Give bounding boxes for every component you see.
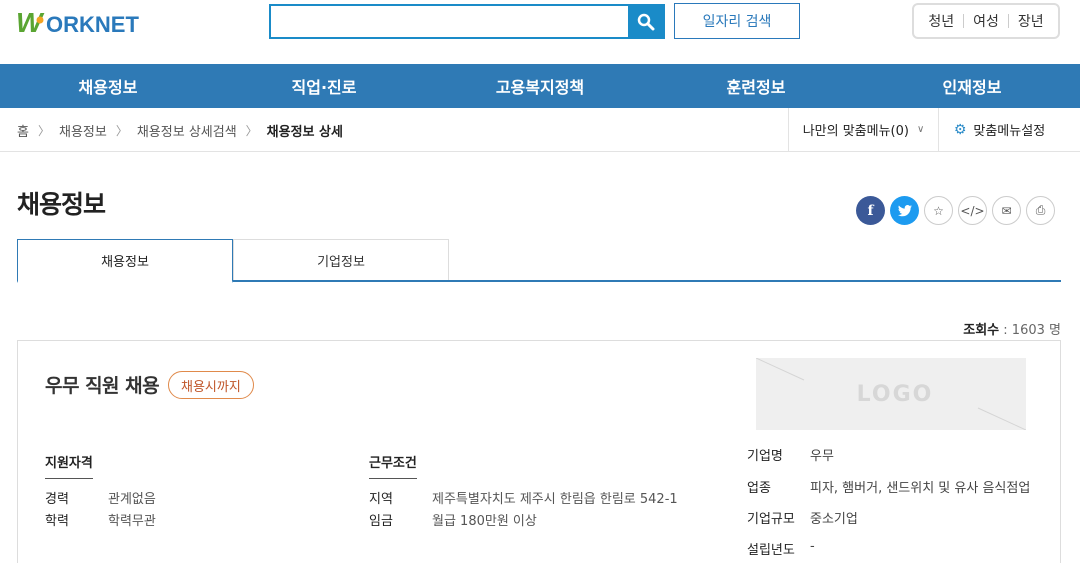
conditions-value: 월급 180만원 이상 [432,514,537,529]
conditions-key: 지역 [369,492,393,507]
company-row: 기업규모 중소기업 [747,508,858,527]
detail-tabs: 채용정보 기업정보 [17,239,1061,283]
job-search-button[interactable]: 일자리 검색 [674,3,800,39]
logo-text: ORKNET [46,12,139,37]
facebook-icon[interactable]: f [856,196,885,225]
conditions-heading: 근무조건 [369,452,417,479]
my-menu-label: 나만의 맞춤메뉴(0) [802,124,909,139]
qualification-heading: 지원자격 [45,452,93,479]
qualification-value: 학력무관 [108,514,156,529]
company-value: 중소기업 [810,512,858,527]
company-value: 우무 [810,449,834,464]
conditions-row: 지역 제주특별자치도 제주시 한림읍 한림로 542-1 [369,488,678,507]
search-input[interactable] [271,6,628,37]
job-summary-card: 우무 직원 채용 채용시까지 LOGO 지원자격 경력 관계없음 학력 학력무관… [17,340,1061,563]
audience-link-women[interactable]: 여성 [964,11,1008,31]
company-key: 업종 [747,481,771,496]
tab-job-info[interactable]: 채용정보 [17,239,233,283]
embed-code-icon[interactable]: </> [958,196,987,225]
chevron-right-icon: 〉 [115,123,128,138]
logo-placeholder-text: LOGO [856,381,934,407]
view-count-value: 1603 [1011,323,1045,338]
search-box [269,4,665,39]
search-button[interactable] [628,6,663,37]
worknet-logo[interactable]: W ORKNET [16,6,156,38]
breadcrumb-home[interactable]: 홈 [17,121,29,140]
search-icon [637,13,654,30]
menu-settings-button[interactable]: ⚙ 맞춤메뉴설정 [938,108,1060,151]
breadcrumb-jobs[interactable]: 채용정보 [59,121,107,140]
qualification-row: 경력 관계없음 [45,488,156,507]
nav-item-career[interactable]: 직업·진로 [216,64,432,108]
chevron-right-icon: 〉 [37,123,50,138]
audience-links: 청년 여성 장년 [912,3,1060,39]
twitter-icon[interactable] [890,196,919,225]
view-count: 조회수 : 1603 명 [963,323,1061,338]
conditions-row: 임금 월급 180만원 이상 [369,510,537,529]
company-value: - [810,539,815,554]
qualification-value: 관계없음 [108,492,156,507]
deadline-badge: 채용시까지 [168,371,254,399]
qualification-row: 학력 학력무관 [45,510,156,529]
company-logo-placeholder: LOGO [756,358,1026,430]
breadcrumb-bar: 홈 〉 채용정보 〉 채용정보 상세검색 〉 채용정보 상세 나만의 맞춤메뉴(… [0,108,1080,152]
gear-icon: ⚙ [953,121,967,138]
star-icon[interactable]: ☆ [924,196,953,225]
chevron-right-icon: 〉 [245,123,258,138]
audience-link-youth[interactable]: 청년 [919,11,963,31]
view-count-label: 조회수 [963,323,1000,338]
my-menu-dropdown[interactable]: 나만의 맞춤메뉴(0) ∨ [788,108,938,151]
conditions-key: 임금 [369,514,393,529]
company-key: 기업명 [747,449,783,464]
print-icon[interactable]: ⎙ [1026,196,1055,225]
company-row: 업종 피자, 햄버거, 샌드위치 및 유사 음식점업 [747,477,1030,496]
view-count-unit: 명 [1049,323,1061,338]
chevron-down-icon: ∨ [916,124,925,135]
site-header: W ORKNET 일자리 검색 청년 여성 장년 [0,0,1080,64]
qualification-key: 경력 [45,492,69,507]
main-nav: 채용정보 직업·진로 고용복지정책 훈련정보 인재정보 [0,64,1080,108]
company-key: 설립년도 [747,543,795,558]
conditions-value: 제주특별자치도 제주시 한림읍 한림로 542-1 [432,492,678,507]
breadcrumb: 홈 〉 채용정보 〉 채용정보 상세검색 〉 채용정보 상세 [17,108,343,152]
nav-item-welfare-policy[interactable]: 고용복지정책 [432,64,648,108]
tab-company-info[interactable]: 기업정보 [233,239,449,280]
email-icon[interactable]: ✉ [992,196,1021,225]
qualification-key: 학력 [45,514,69,529]
company-row: 기업명 우무 [747,445,834,464]
nav-item-jobs[interactable]: 채용정보 [0,64,216,108]
company-row: 설립년도 - [747,539,815,558]
nav-item-talent[interactable]: 인재정보 [864,64,1080,108]
company-value: 피자, 햄버거, 샌드위치 및 유사 음식점업 [810,481,1031,496]
share-toolbar: f ☆ </> ✉ ⎙ [856,196,1060,225]
menu-settings-label: 맞춤메뉴설정 [973,124,1046,139]
nav-item-training[interactable]: 훈련정보 [648,64,864,108]
page-title: 채용정보 [17,190,106,219]
breadcrumb-detailed-search[interactable]: 채용정보 상세검색 [137,121,237,140]
company-key: 기업규모 [747,512,795,527]
breadcrumb-current: 채용정보 상세 [266,124,343,140]
job-title: 우무 직원 채용 [45,375,160,397]
audience-link-senior[interactable]: 장년 [1009,11,1053,31]
